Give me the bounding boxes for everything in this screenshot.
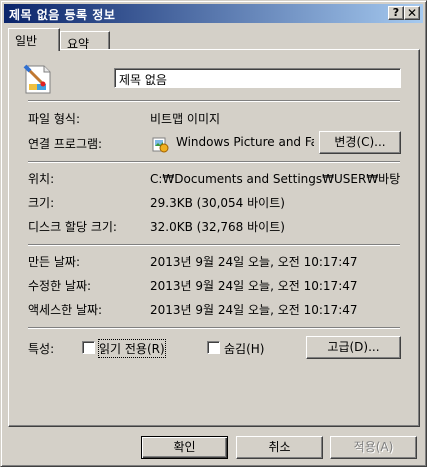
opens-with-value: Windows Picture and Fa [176,135,314,149]
size-on-disk-value: 32.0KB (32,768 바이트) [150,220,285,234]
created-label: 만든 날짜: [28,255,81,269]
size-value: 29.3KB (30,054 바이트) [150,196,285,210]
hidden-checkbox[interactable] [207,341,220,354]
bitmap-paint-icon [23,64,51,94]
modified-label: 수정한 날짜: [28,279,92,293]
location-value: C:₩Documents and Settings₩USER₩바탕 화 [150,172,404,186]
general-tab-panel [8,49,420,427]
accessed-value: 2013년 9월 24일 오늘, 오전 10:17:47 [150,303,358,317]
size-label: 크기: [28,196,55,210]
title-bar[interactable]: 제목 없음 등록 정보 ? ✕ [4,4,423,23]
separator [28,100,400,102]
readonly-checkbox-label[interactable]: 읽기 전용(R) [98,339,166,358]
accessed-label: 액세스한 날짜: [28,303,103,317]
opens-with-label: 연결 프로그램: [28,137,103,151]
separator [28,161,400,163]
tab-general-label: 일반 [15,34,38,48]
close-button[interactable]: ✕ [404,6,420,20]
separator [28,327,400,329]
file-name-input[interactable]: 제목 없음 [114,68,401,88]
location-label: 위치: [28,172,55,186]
ok-button[interactable]: 확인 [141,436,228,459]
advanced-button[interactable]: 고급(D)... [306,336,401,359]
file-type-value: 비트맵 이미지 [150,112,221,126]
attributes-label: 특성: [28,342,55,356]
readonly-checkbox[interactable] [82,341,95,354]
size-on-disk-label: 디스크 할당 크기: [28,220,117,234]
cancel-button[interactable]: 취소 [236,436,323,459]
help-button[interactable]: ? [388,6,404,20]
picture-viewer-icon [152,137,169,153]
modified-value: 2013년 9월 24일 오늘, 오전 10:17:47 [150,279,358,293]
properties-dialog: 제목 없음 등록 정보 ? ✕ 일반 요약 제목 없음 파일 형식: 비트맵 이… [0,0,427,467]
file-type-label: 파일 형식: [28,112,81,126]
separator [28,244,400,246]
hidden-checkbox-label[interactable]: 숨김(H) [224,340,264,357]
apply-button: 적용(A) [330,436,417,459]
change-program-button[interactable]: 변경(C)... [319,131,401,154]
created-value: 2013년 9월 24일 오늘, 오전 10:17:47 [150,255,358,269]
window-title: 제목 없음 등록 정보 [9,8,116,22]
tab-general[interactable]: 일반 [8,28,60,51]
